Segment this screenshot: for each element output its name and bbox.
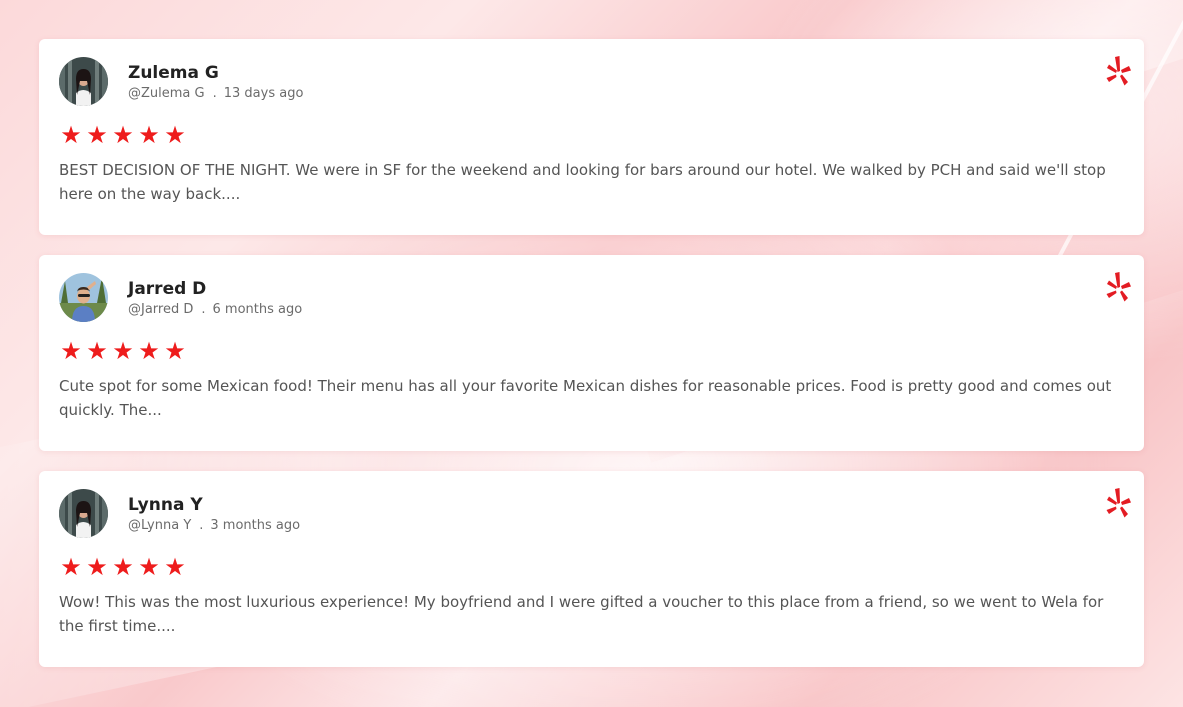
review-time: 13 days ago bbox=[223, 85, 304, 101]
review-text[interactable]: Cute spot for some Mexican food! Their m… bbox=[59, 374, 1124, 422]
star-icon: ★ bbox=[86, 121, 108, 149]
star-rating: ★ ★ ★ ★ ★ bbox=[59, 338, 1124, 364]
reviewer-name[interactable]: Jarred D bbox=[128, 278, 302, 300]
avatar-image bbox=[59, 488, 108, 538]
star-icon: ★ bbox=[60, 121, 82, 149]
star-icon: ★ bbox=[60, 553, 82, 581]
reviewer-handle: @Lynna Y bbox=[128, 517, 192, 533]
meta-separator: . bbox=[201, 301, 206, 317]
reviewer-handle: @Jarred D bbox=[128, 301, 194, 317]
review-meta: @Lynna Y . 3 months ago bbox=[128, 517, 300, 535]
meta-separator: . bbox=[212, 85, 217, 101]
star-icon: ★ bbox=[164, 337, 186, 365]
yelp-icon[interactable] bbox=[1104, 487, 1132, 521]
review-header: Lynna Y @Lynna Y . 3 months ago bbox=[59, 488, 1124, 538]
yelp-icon[interactable] bbox=[1104, 271, 1132, 305]
reviewer-name[interactable]: Zulema G bbox=[128, 62, 303, 84]
meta-separator: . bbox=[199, 517, 204, 533]
avatar-image bbox=[59, 56, 108, 106]
reviews-list: Zulema G @Zulema G . 13 days ago ★ ★ ★ ★ bbox=[39, 39, 1144, 687]
review-time: 3 months ago bbox=[210, 517, 301, 533]
review-text[interactable]: BEST DECISION OF THE NIGHT. We were in S… bbox=[59, 158, 1124, 206]
review-card: Zulema G @Zulema G . 13 days ago ★ ★ ★ ★ bbox=[39, 39, 1144, 235]
star-rating: ★ ★ ★ ★ ★ bbox=[59, 122, 1124, 148]
star-icon: ★ bbox=[60, 337, 82, 365]
avatar[interactable] bbox=[59, 488, 108, 538]
star-icon: ★ bbox=[138, 337, 160, 365]
review-time: 6 months ago bbox=[212, 301, 303, 317]
star-icon: ★ bbox=[112, 337, 134, 365]
reviewer-info: Lynna Y @Lynna Y . 3 months ago bbox=[128, 492, 300, 535]
review-text[interactable]: Wow! This was the most luxurious experie… bbox=[59, 590, 1124, 638]
star-icon: ★ bbox=[86, 337, 108, 365]
star-icon: ★ bbox=[112, 121, 134, 149]
star-icon: ★ bbox=[138, 121, 160, 149]
star-icon: ★ bbox=[138, 553, 160, 581]
reviewer-info: Jarred D @Jarred D . 6 months ago bbox=[128, 276, 302, 319]
review-card: Jarred D @Jarred D . 6 months ago ★ ★ ★ … bbox=[39, 255, 1144, 451]
avatar[interactable] bbox=[59, 56, 108, 106]
star-icon: ★ bbox=[112, 553, 134, 581]
star-icon: ★ bbox=[86, 553, 108, 581]
avatar[interactable] bbox=[59, 272, 108, 322]
reviewer-handle: @Zulema G bbox=[128, 85, 205, 101]
star-rating: ★ ★ ★ ★ ★ bbox=[59, 554, 1124, 580]
avatar-image bbox=[59, 272, 108, 322]
reviewer-info: Zulema G @Zulema G . 13 days ago bbox=[128, 60, 303, 103]
reviewer-name[interactable]: Lynna Y bbox=[128, 494, 300, 516]
star-icon: ★ bbox=[164, 553, 186, 581]
review-header: Zulema G @Zulema G . 13 days ago bbox=[59, 56, 1124, 106]
review-meta: @Zulema G . 13 days ago bbox=[128, 85, 303, 103]
yelp-icon[interactable] bbox=[1104, 55, 1132, 89]
review-card: Lynna Y @Lynna Y . 3 months ago ★ ★ ★ ★ bbox=[39, 471, 1144, 667]
review-header: Jarred D @Jarred D . 6 months ago bbox=[59, 272, 1124, 322]
review-meta: @Jarred D . 6 months ago bbox=[128, 301, 302, 319]
star-icon: ★ bbox=[164, 121, 186, 149]
